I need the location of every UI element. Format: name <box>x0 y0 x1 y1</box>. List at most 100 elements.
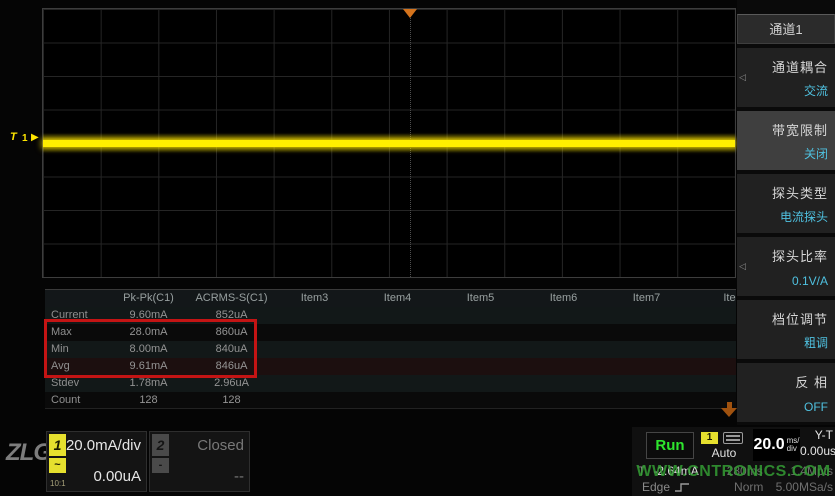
row-label: Count <box>45 392 107 409</box>
cell-empty <box>273 307 356 324</box>
oscilloscope-screen: T 1 ▶ Pk-Pk(C1) ACRMS-S(C1) Item3 Item4 … <box>0 0 835 496</box>
cell-empty <box>522 324 605 341</box>
cell-value: 2.96uA <box>190 375 273 392</box>
cell-empty <box>688 375 736 392</box>
row-label: Stdev <box>45 375 107 392</box>
trigger-source-badge: 1 <box>701 432 718 444</box>
cell-empty <box>522 392 605 409</box>
timebase-control[interactable]: 20.0 ms/ div <box>753 429 800 461</box>
edge-slope-icon <box>674 481 690 493</box>
cell-empty <box>356 324 439 341</box>
row-label: Avg <box>45 358 107 375</box>
cell-value: 28.0mA <box>107 324 190 341</box>
run-state-indicator[interactable]: Run <box>646 432 694 459</box>
cell-empty <box>605 375 688 392</box>
menu-item-value: 交流 <box>804 82 828 99</box>
menu-item-bandwidth-limit[interactable]: 带宽限制 关闭 <box>737 111 835 170</box>
menu-item-label: 探头类型 <box>744 183 828 202</box>
display-mode: Y-T <box>800 428 833 442</box>
display-mode-block: Y-T 0.00us <box>800 428 833 458</box>
cell-empty <box>688 358 736 375</box>
header-cell-acrms[interactable]: ACRMS-S(C1) <box>190 290 273 307</box>
trigger-level-value: -2.64mA <box>653 464 698 478</box>
channel1-ground-marker[interactable]: 1 <box>22 133 28 144</box>
cell-empty <box>688 307 736 324</box>
header-cell-item8[interactable]: Ite <box>688 290 736 307</box>
cell-empty <box>605 358 688 375</box>
menu-title: 通道1 <box>737 14 835 44</box>
timebase-unit: ms/ div <box>787 437 800 453</box>
timebase-value: 20.0 <box>753 436 784 454</box>
channel1-probe-ratio: 10:1 <box>50 479 66 488</box>
cell-empty <box>439 358 522 375</box>
menu-item-invert[interactable]: 反 相 OFF <box>737 363 835 422</box>
cell-value: 128 <box>190 392 273 409</box>
row-label: Max <box>45 324 107 341</box>
trigger-position-icon[interactable] <box>403 9 417 18</box>
cell-empty <box>273 375 356 392</box>
cell-value: 9.60mA <box>107 307 190 324</box>
channel2-panel[interactable]: 2 - Closed -- <box>149 431 250 492</box>
cell-value: 846uA <box>190 358 273 375</box>
header-cell-item6[interactable]: Item6 <box>522 290 605 307</box>
menu-item-value: 0.1V/A <box>792 274 828 288</box>
menu-item-value: OFF <box>804 400 828 414</box>
channel2-badge: 2 <box>152 434 169 456</box>
cell-empty <box>439 375 522 392</box>
trigger-label: T <box>638 464 645 478</box>
cell-value: 1.78mA <box>107 375 190 392</box>
record-time: 280ms <box>727 464 763 478</box>
cell-empty <box>605 324 688 341</box>
cell-value: 840uA <box>190 341 273 358</box>
channel2-coupling-icon: - <box>152 458 169 473</box>
menu-item-value: 电流探头 <box>780 208 828 225</box>
header-cell <box>45 290 107 307</box>
menu-item-probe-ratio[interactable]: ◁ 探头比率 0.1V/A <box>737 237 835 296</box>
cell-empty <box>605 392 688 409</box>
menu-item-label: 档位调节 <box>744 309 828 328</box>
menu-item-label: 探头比率 <box>744 246 828 265</box>
header-cell-item3[interactable]: Item3 <box>273 290 356 307</box>
left-edge-markers: T 1 ▶ <box>8 129 42 149</box>
submenu-left-arrow-icon: ◁ <box>739 72 746 83</box>
cell-empty <box>688 341 736 358</box>
trigger-type: Edge <box>642 480 670 494</box>
menu-item-coupling[interactable]: ◁ 通道耦合 交流 <box>737 48 835 107</box>
cell-empty <box>356 358 439 375</box>
measurement-table: Pk-Pk(C1) ACRMS-S(C1) Item3 Item4 Item5 … <box>45 289 736 409</box>
channel1-trace[interactable] <box>43 140 735 147</box>
menu-item-label: 通道耦合 <box>744 57 828 76</box>
trigger-level-marker[interactable]: T <box>10 131 17 143</box>
header-cell-pkpk[interactable]: Pk-Pk(C1) <box>107 290 190 307</box>
row-label: Min <box>45 341 107 358</box>
cell-empty <box>273 341 356 358</box>
cell-empty <box>522 341 605 358</box>
menu-item-probe-type[interactable]: 探头类型 电流探头 <box>737 174 835 233</box>
cell-empty <box>522 307 605 324</box>
channel-menu-sidebar: 通道1 ◁ 通道耦合 交流 带宽限制 关闭 探头类型 电流探头 ◁ 探头比率 0… <box>737 0 835 425</box>
trigger-status-cluster[interactable]: 1 Auto <box>698 430 750 462</box>
cell-value: 9.61mA <box>107 358 190 375</box>
cell-empty <box>439 341 522 358</box>
trigger-readout-row: T -2.64mA 280ms 1.4Mpts <box>638 463 833 479</box>
cell-empty <box>356 375 439 392</box>
status-bar: ZLG® 1 ~ 10:1 20.0mA/div 0.00uA 2 - Clos… <box>0 425 835 496</box>
cell-empty <box>605 307 688 324</box>
header-cell-item7[interactable]: Item7 <box>605 290 688 307</box>
header-cell-item4[interactable]: Item4 <box>356 290 439 307</box>
menu-item-label: 带宽限制 <box>744 120 828 139</box>
cell-empty <box>439 392 522 409</box>
menu-item-label: 反 相 <box>744 372 828 391</box>
horizontal-delay: 0.00us <box>800 444 833 458</box>
channel1-ground-arrow-icon: ▶ <box>31 132 39 143</box>
channel1-offset: 0.00uA <box>93 468 141 485</box>
cell-value: 852uA <box>190 307 273 324</box>
channel1-panel[interactable]: 1 ~ 10:1 20.0mA/div 0.00uA <box>46 431 147 492</box>
header-cell-item5[interactable]: Item5 <box>439 290 522 307</box>
menu-item-gear-adjust[interactable]: 档位调节 粗调 <box>737 300 835 359</box>
sample-rate: 5.00MSa/s <box>776 480 833 494</box>
cell-value: 8.00mA <box>107 341 190 358</box>
channel2-status: Closed <box>197 437 244 454</box>
row-label: Current <box>45 307 107 324</box>
cell-empty <box>356 307 439 324</box>
